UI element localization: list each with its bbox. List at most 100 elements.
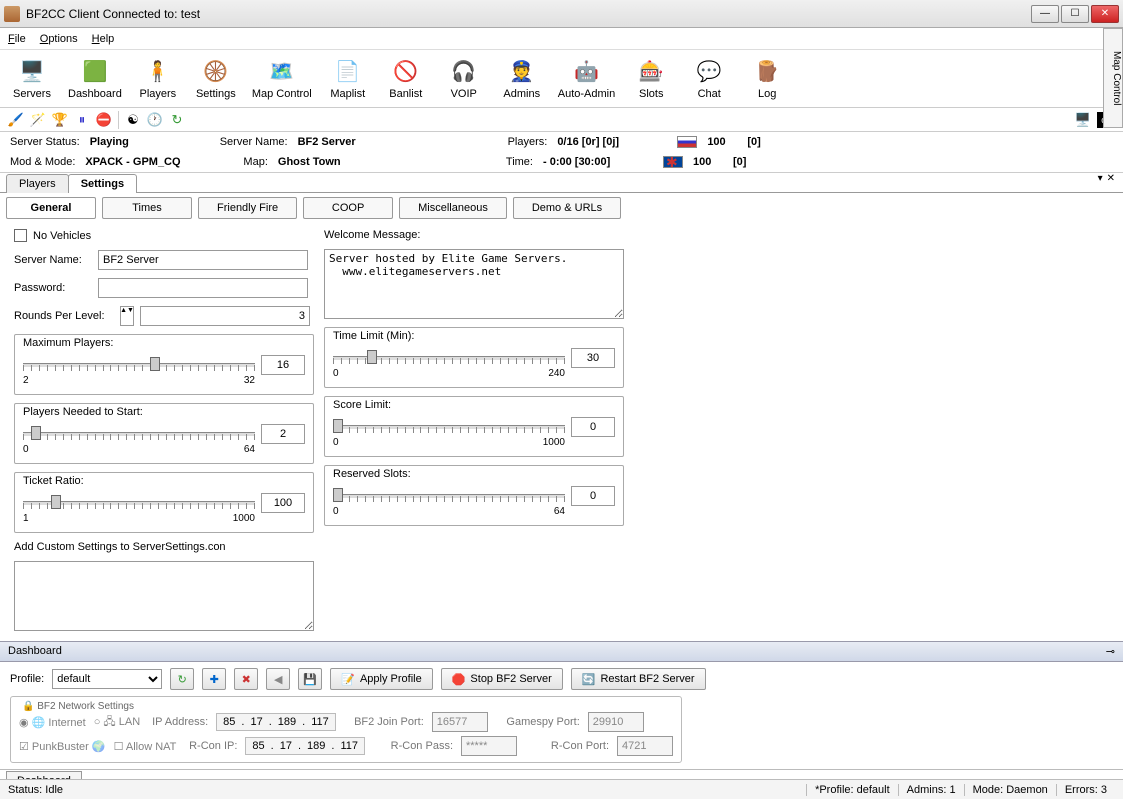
toolbar-chat[interactable]: 💬Chat [687,58,731,100]
tool-clock-icon[interactable]: 🕐 [147,112,163,128]
internet-radio-label: Internet [48,717,85,729]
menubar: File Options Help [0,28,1123,50]
slider[interactable]: 16 [23,355,305,375]
close-button[interactable]: ✕ [1091,5,1119,23]
gamespy-port-label: Gamespy Port: [496,716,580,728]
profile-label: Profile: [10,673,44,685]
profile-save-button[interactable]: 💾 [298,668,322,690]
toolbar-slots[interactable]: 🎰Slots [629,58,673,100]
subtab-general[interactable]: General [6,197,96,219]
rounds-spinner[interactable]: ▲▼ [120,306,134,326]
max-players-group: Maximum Players: 16 232 [14,334,314,395]
status-mode: Mode: Daemon [964,784,1056,796]
toolbar-banlist[interactable]: 🚫Banlist [384,58,428,100]
status-text: Status: Idle [8,784,63,796]
rcon-port-label: R-Con Port: [525,740,609,752]
join-port-label: BF2 Join Port: [344,716,424,728]
toolbar-servers[interactable]: 🖥️Servers [10,58,54,100]
players-icon: 🧍 [142,58,174,86]
log-icon: 🪵 [751,58,783,86]
toolbar-voip[interactable]: 🎧VOIP [442,58,486,100]
password-label: Password: [14,282,92,294]
subtab-friendly-fire[interactable]: Friendly Fire [198,197,297,219]
ip-address-input[interactable]: 85.17.189.117 [216,713,336,731]
map-label: Map: [243,156,267,168]
menu-options[interactable]: Options [40,33,78,45]
welcome-label: Welcome Message: [324,229,624,241]
settings-subtabs: General Times Friendly Fire COOP Miscell… [0,193,1123,219]
rcon-pass-label: R-Con Pass: [373,740,453,752]
team2-extra: [0] [733,156,746,168]
slider[interactable]: 30 [333,348,615,368]
slider[interactable]: 0 [333,417,615,437]
tool-trophy-icon[interactable]: 🏆 [52,112,68,128]
lan-radio-label: LAN [119,716,140,728]
tool-pause-icon[interactable]: ⏸ [74,112,90,128]
small-toolbar: 🖌️ 🪄 🏆 ⏸ ⛔ ☯ 🕐 ↻ 🖥️ c:\ [0,108,1123,132]
team1-extra: [0] [747,136,760,148]
maximize-button[interactable]: ☐ [1061,5,1089,23]
server-name-input[interactable] [98,250,308,270]
chat-icon: 💬 [693,58,725,86]
tool-brush-icon[interactable]: 🖌️ [8,112,24,128]
profile-add-button[interactable]: ✚ [202,668,226,690]
dashboard-pin-icon[interactable]: ⊸ [1106,645,1115,658]
tool-stop-icon[interactable]: ⛔ [96,112,112,128]
main-tabstrip: Players Settings ▾ ✕ [0,173,1123,193]
toolbar-settings[interactable]: 🛞Settings [194,58,238,100]
slider[interactable]: 0 [333,486,615,506]
custom-settings-textarea[interactable] [14,561,314,631]
apply-profile-button[interactable]: 📝 Apply Profile [330,668,432,690]
toolbar-players[interactable]: 🧍Players [136,58,180,100]
profile-delete-button[interactable]: ✖ [234,668,258,690]
reserved-slots-group: Reserved Slots: 0 064 [324,465,624,526]
statusbar: Status: Idle *Profile: default Admins: 1… [0,779,1123,799]
welcome-textarea[interactable]: Server hosted by Elite Game Servers. www… [324,249,624,319]
map control-icon: 🗺️ [266,58,298,86]
score-limit-group: Score Limit: 0 01000 [324,396,624,457]
banlist-icon: 🚫 [390,58,422,86]
custom-settings-label: Add Custom Settings to ServerSettings.co… [14,541,314,553]
server-status-label: Server Status: [10,136,80,148]
status-errors: Errors: 3 [1056,784,1115,796]
subtab-demo[interactable]: Demo & URLs [513,197,621,219]
toolbar-auto-admin[interactable]: 🤖Auto-Admin [558,58,615,100]
toolbar-map-control[interactable]: 🗺️Map Control [252,58,312,100]
menu-file[interactable]: File [8,33,26,45]
map-control-side-panel[interactable]: Map Control [1103,28,1123,128]
tool-monitor-icon[interactable]: 🖥️ [1075,112,1091,128]
voip-icon: 🎧 [448,58,480,86]
time-value: - 0:00 [30:00] [543,156,653,168]
tool-wand-icon[interactable]: 🪄 [30,112,46,128]
profile-select[interactable]: default [52,669,162,689]
toolbar-admins[interactable]: 👮Admins [500,58,544,100]
slider[interactable]: 2 [23,424,305,444]
toolbar-maplist[interactable]: 📄Maplist [326,58,370,100]
profile-refresh-button[interactable]: ↻ [170,668,194,690]
profile-back-button[interactable]: ◀ [266,668,290,690]
tool-refresh-icon[interactable]: ↻ [169,112,185,128]
toolbar-dashboard[interactable]: 🟩Dashboard [68,58,122,100]
rcon-ip-input[interactable]: 85.17.189.117 [245,737,365,755]
team2-flag-icon [663,156,683,168]
tool-yinyang-icon[interactable]: ☯ [125,112,141,128]
menu-help[interactable]: Help [92,33,115,45]
gamespy-port-input [588,712,644,732]
status-row-2: Mod & Mode: XPACK - GPM_CQ Map: Ghost To… [0,152,1123,173]
team1-flag-icon [677,136,697,148]
restart-server-button[interactable]: 🔄 Restart BF2 Server [571,668,706,690]
subtab-misc[interactable]: Miscellaneous [399,197,507,219]
stop-server-button[interactable]: 🛑 Stop BF2 Server [441,668,563,690]
minimize-button[interactable]: — [1031,5,1059,23]
tab-close-icon[interactable]: ✕ [1107,173,1115,184]
tab-settings[interactable]: Settings [68,174,137,193]
tab-pin-icon[interactable]: ▾ [1098,173,1103,184]
password-input[interactable] [98,278,308,298]
subtab-coop[interactable]: COOP [303,197,393,219]
no-vehicles-checkbox[interactable] [14,229,27,242]
rounds-input[interactable] [140,306,310,326]
subtab-times[interactable]: Times [102,197,192,219]
tab-players[interactable]: Players [6,174,69,193]
slider[interactable]: 100 [23,493,305,513]
toolbar-log[interactable]: 🪵Log [745,58,789,100]
